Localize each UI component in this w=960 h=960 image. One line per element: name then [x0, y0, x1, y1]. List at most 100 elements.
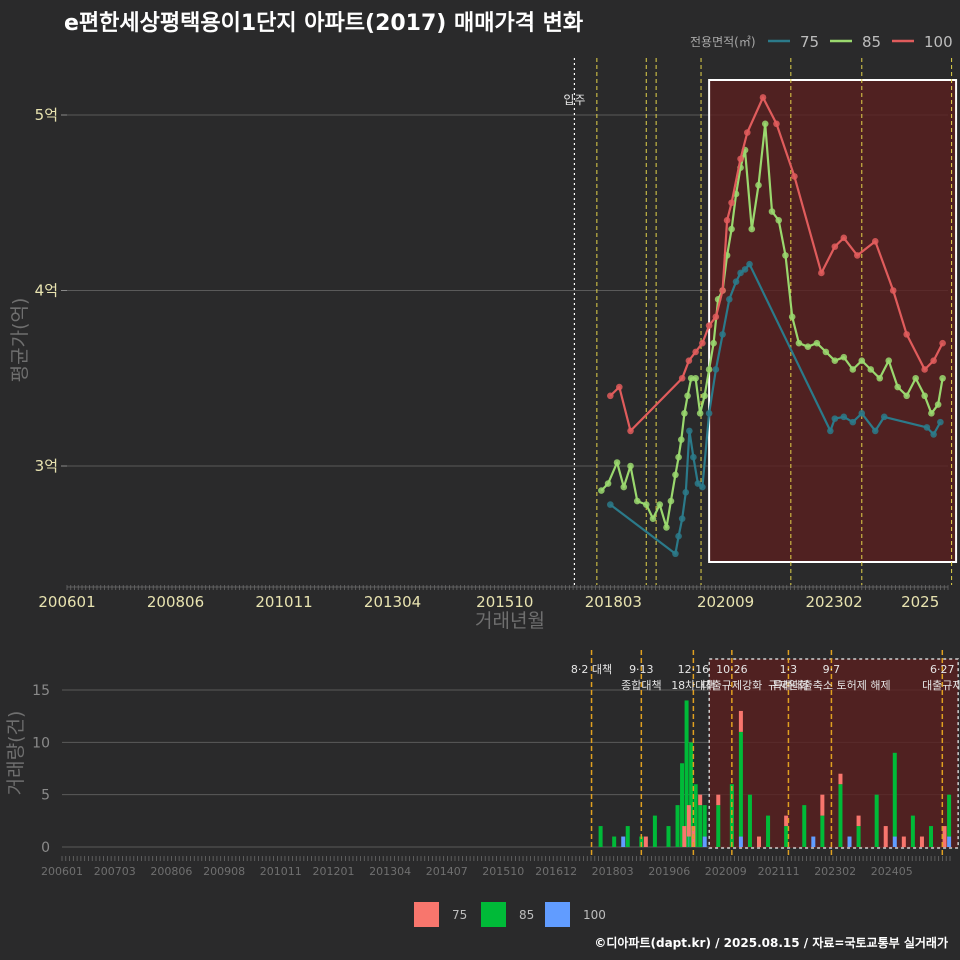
data-point-85: [642, 501, 650, 508]
data-point-85: [849, 366, 857, 373]
volume-bar-85: [784, 826, 789, 847]
volume-bar-75: [686, 805, 691, 837]
volume-x-tick-label: 202111: [758, 865, 800, 878]
data-point-75: [858, 410, 866, 417]
data-point-85: [701, 392, 708, 400]
event-label: 8·2 대책: [571, 663, 612, 676]
event-label: 12·16: [678, 663, 710, 676]
data-point-85: [782, 252, 789, 259]
data-point-85: [675, 453, 682, 461]
data-point-85: [598, 487, 605, 494]
data-point-85: [840, 353, 848, 361]
data-point-100: [840, 234, 848, 242]
data-point-75: [937, 418, 944, 426]
volume-bar-85: [738, 731, 743, 837]
volume-bar-85: [598, 826, 603, 847]
data-point-85: [681, 410, 688, 417]
volume-x-tick-label: 201407: [426, 865, 468, 878]
data-point-75: [732, 278, 740, 286]
volume-x-tick-label: 202302: [814, 865, 856, 878]
volume-x-tick-label: 202009: [705, 865, 747, 878]
volume-bar-85: [675, 805, 680, 847]
data-point-100: [685, 357, 693, 365]
data-point-100: [791, 173, 798, 180]
event-label: 10·26: [716, 663, 748, 676]
data-point-85: [822, 348, 830, 356]
volume-bar-100: [892, 836, 897, 847]
data-point-85: [633, 497, 641, 505]
event-label: 9·13: [629, 663, 654, 676]
data-point-85: [795, 339, 803, 347]
data-point-85: [912, 374, 919, 382]
x-tick-label: 201510: [476, 593, 533, 611]
data-point-85: [775, 217, 783, 224]
y-tick-label: 5억: [35, 106, 58, 124]
data-point-85: [613, 459, 621, 466]
data-point-85: [813, 339, 821, 347]
volume-bar-85: [702, 805, 707, 837]
data-point-100: [728, 199, 735, 207]
volume-bar-85: [612, 836, 617, 847]
data-point-100: [871, 238, 879, 245]
data-point-75: [699, 483, 706, 491]
volume-bar-100: [947, 836, 952, 847]
data-point-75: [827, 427, 834, 435]
volume-bar-85: [947, 794, 952, 837]
data-point-100: [921, 366, 928, 373]
data-point-100: [737, 155, 744, 163]
legend-label-75: 75: [800, 33, 819, 51]
event-label: 종합대책: [621, 679, 661, 692]
data-point-75: [746, 260, 753, 268]
volume-bar-75: [901, 836, 906, 847]
chart-root: e편한세상평택용이1단지 아파트(2017) 매매가격 변화 입주 200601…: [0, 0, 960, 960]
legend-title: 전용면적(㎡): [690, 35, 756, 49]
volume-bar-75: [738, 710, 743, 732]
data-point-85: [928, 410, 935, 417]
data-point-85: [627, 462, 634, 470]
volume-bar-75: [682, 826, 687, 847]
volume-x-tick-label: 202405: [871, 865, 913, 878]
volume-bar-85: [747, 794, 752, 847]
volume-bar-75: [942, 826, 947, 847]
volume-bar-85: [928, 826, 933, 847]
volume-y-axis-title: 거래량(건): [5, 711, 27, 796]
x-axis-title: 거래년월: [475, 610, 545, 632]
data-point-85: [939, 374, 946, 382]
move-in-label: 입주: [563, 93, 585, 107]
data-point-75: [930, 431, 937, 438]
volume-bar-100: [702, 836, 707, 847]
event-label: 대출규제강화: [701, 679, 762, 692]
data-point-75: [880, 413, 888, 421]
y-axis-title: 평균가(억): [9, 298, 31, 383]
data-point-85: [804, 343, 812, 350]
data-point-100: [759, 94, 767, 101]
volume-bar-85: [820, 815, 825, 847]
x-tick-label: 200806: [147, 593, 204, 611]
data-point-100: [705, 322, 713, 329]
data-point-85: [710, 339, 717, 347]
data-point-100: [831, 243, 839, 250]
event-label: 6·27: [930, 663, 955, 676]
x-tick-label: 202302: [805, 593, 862, 611]
event-label: 1·3: [780, 663, 798, 676]
volume-bar-75: [883, 826, 888, 847]
data-point-85: [867, 366, 875, 373]
data-point-85: [755, 181, 762, 189]
data-point-100: [699, 339, 706, 347]
data-point-100: [723, 217, 731, 224]
data-point-85: [696, 410, 704, 417]
x-tick-label: 201011: [255, 593, 312, 611]
data-point-100: [692, 348, 699, 356]
data-point-100: [773, 120, 780, 128]
data-point-85: [620, 483, 628, 491]
volume-bar-75: [643, 836, 648, 847]
data-point-100: [607, 392, 614, 400]
volume-x-tick-label: 200806: [150, 865, 192, 878]
data-point-75: [923, 424, 931, 431]
data-point-85: [728, 225, 735, 233]
data-point-85: [921, 392, 928, 400]
legend-label-100: 100: [924, 33, 953, 51]
volume-bar-100: [811, 836, 816, 847]
data-point-85: [934, 401, 942, 408]
volume-x-tick-label: 200601: [41, 865, 83, 878]
